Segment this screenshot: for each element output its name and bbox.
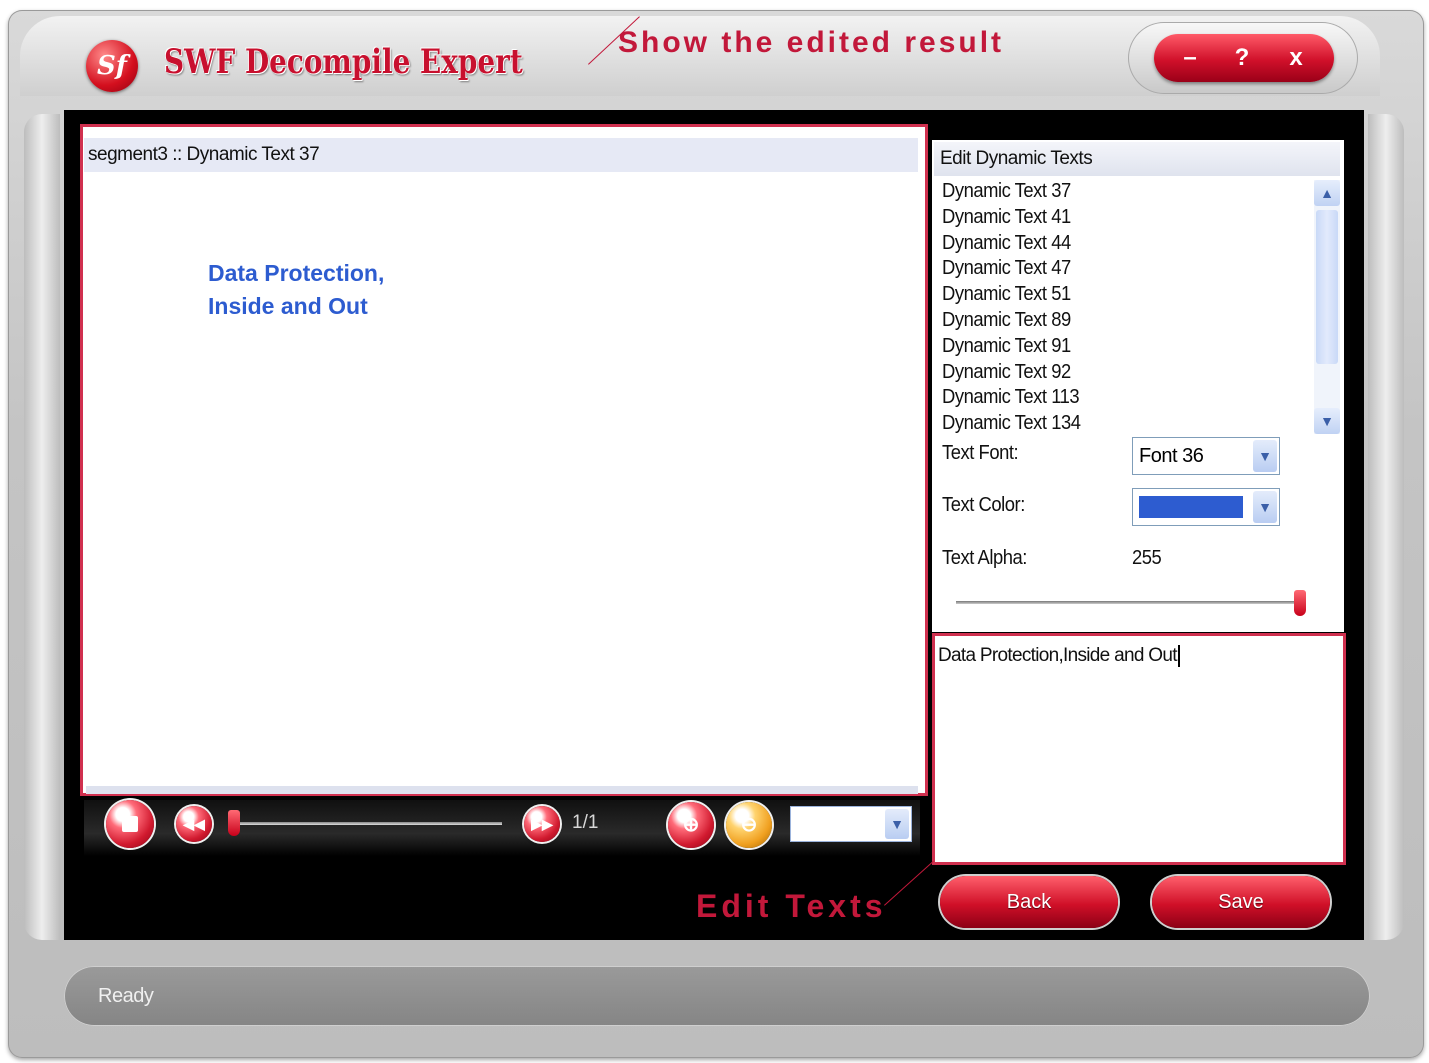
scroll-down-button[interactable]: ▼ [1314,408,1340,434]
zoom-in-icon: ⊕ [682,814,700,836]
back-button[interactable]: Back [940,876,1118,928]
alpha-slider-thumb[interactable] [1294,590,1306,616]
scrollbar-thumb[interactable] [1316,210,1338,364]
playback-slider-thumb[interactable] [228,810,240,836]
preview-bottom-strip [86,786,918,794]
callout-show-result: Show the edited result [618,26,1005,59]
preview-header: segment3 :: Dynamic Text 37 [84,138,918,172]
list-item[interactable]: Dynamic Text 89 [942,307,1282,333]
right-rail [1368,114,1404,940]
list-item[interactable]: Dynamic Text 44 [942,230,1282,256]
dynamic-text-list: Dynamic Text 37 Dynamic Text 41 Dynamic … [942,178,1312,436]
status-bar [64,966,1370,1026]
text-font-label: Text Font: [942,442,1019,464]
text-alpha-label: Text Alpha: [942,547,1027,569]
list-item[interactable]: Dynamic Text 134 [942,410,1282,436]
left-rail [24,114,60,940]
edit-dynamic-texts-header: Edit Dynamic Texts [934,142,1340,176]
app-logo: Sf [86,40,138,92]
list-item[interactable]: Dynamic Text 37 [942,178,1282,204]
text-alpha-value: 255 [1132,547,1162,569]
app-title: SWF Decompile Expert [164,42,523,82]
playback-slider-track[interactable] [232,822,502,825]
list-item[interactable]: Dynamic Text 47 [942,255,1282,281]
status-text: Ready [98,985,154,1007]
zoom-out-icon: ⊖ [740,814,758,836]
text-font-select[interactable]: Font 36 ▼ [1132,437,1280,475]
list-scrollbar[interactable]: ▲ ▼ [1314,180,1340,434]
minimize-button[interactable]: – [1170,42,1210,74]
chevron-down-icon: ▼ [885,809,909,839]
chevron-down-icon: ▼ [1253,440,1277,472]
list-item[interactable]: Dynamic Text 51 [942,281,1282,307]
list-item[interactable]: Dynamic Text 91 [942,333,1282,359]
text-editor-box[interactable] [932,633,1346,865]
help-button[interactable]: ? [1222,42,1262,74]
callout-edit-texts: Edit Texts [696,888,887,924]
rewind-button[interactable]: ◀◀ [176,806,212,842]
zoom-select[interactable]: ▼ [790,806,912,842]
text-color-select[interactable]: ▼ [1132,488,1280,526]
color-swatch [1139,496,1243,518]
alpha-slider-track[interactable] [956,601,1306,604]
text-editor-input[interactable]: Data Protection,Inside and Out [938,645,1180,667]
chevron-down-icon: ▼ [1253,491,1277,523]
forward-button[interactable]: ▶▶ [524,806,560,842]
save-button[interactable]: Save [1152,876,1330,928]
stop-button[interactable] [106,800,154,848]
zoom-out-button[interactable]: ⊖ [726,802,772,848]
stop-icon [122,816,138,832]
zoom-in-button[interactable]: ⊕ [668,802,714,848]
page-counter: 1/1 [572,812,599,833]
preview-rendered-text: Data Protection, Inside and Out [208,260,385,319]
list-item[interactable]: Dynamic Text 113 [942,384,1282,410]
text-font-value: Font 36 [1139,445,1204,467]
scroll-up-button[interactable]: ▲ [1314,180,1340,206]
rewind-icon: ◀◀ [183,816,205,832]
chevron-down-icon: ▼ [1320,413,1334,429]
list-item[interactable]: Dynamic Text 92 [942,359,1282,385]
close-button[interactable]: x [1276,42,1316,74]
forward-icon: ▶▶ [531,816,553,832]
list-item[interactable]: Dynamic Text 41 [942,204,1282,230]
chevron-up-icon: ▲ [1320,185,1334,201]
text-color-label: Text Color: [942,494,1025,516]
